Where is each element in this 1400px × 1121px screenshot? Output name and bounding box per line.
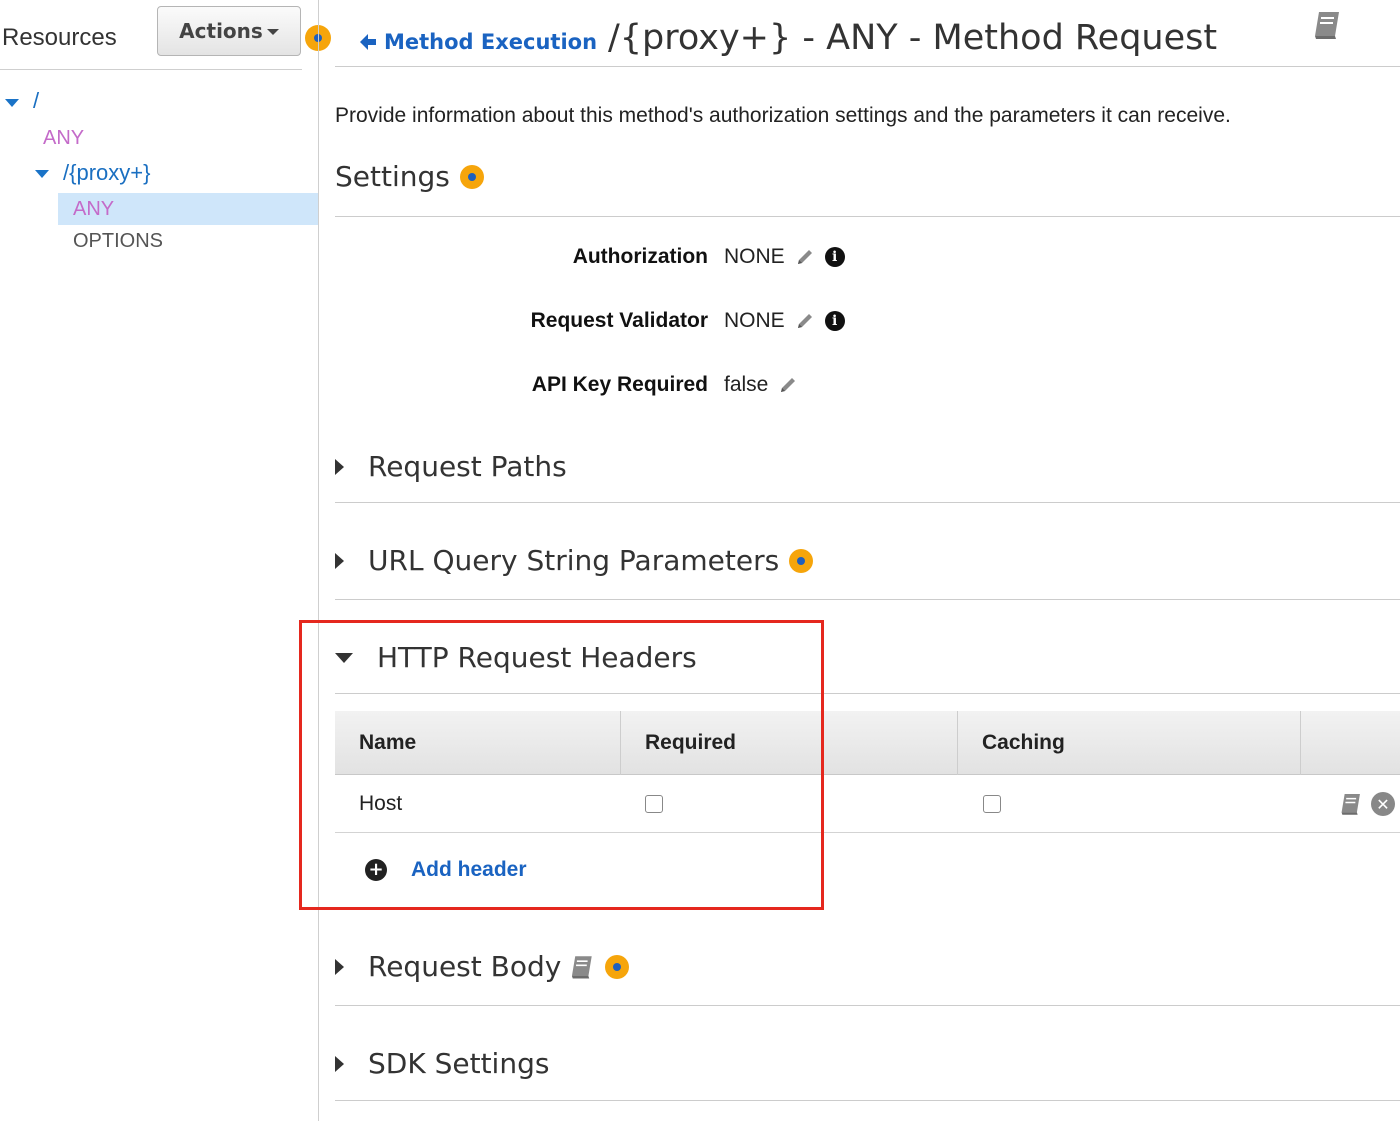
api-key-required-value: false [724, 373, 769, 396]
divider [335, 502, 1400, 503]
authorization-label: Authorization [572, 245, 708, 268]
page-description: Provide information about this method's … [335, 104, 1231, 127]
sidebar-divider[interactable] [318, 0, 319, 1121]
settings-divider [335, 216, 1400, 217]
book-icon[interactable] [1337, 791, 1363, 817]
url-query-toggle[interactable]: URL Query String Parameters [335, 544, 814, 577]
url-query-title: URL Query String Parameters [368, 544, 780, 577]
actions-label: Actions [179, 19, 263, 43]
caching-checkbox[interactable] [983, 795, 1001, 813]
header-divider [335, 66, 1400, 67]
tree-item-root-any[interactable]: ANY [43, 127, 84, 150]
tree-item-root[interactable]: / [33, 88, 39, 114]
resources-sidebar: Resources Actions / ANY /{proxy+} ANY OP… [0, 0, 331, 1121]
column-caching: Caching [982, 731, 1065, 754]
settings-heading: Settings [335, 160, 484, 193]
authorization-value-group: NONE i [724, 245, 845, 269]
divider [335, 1005, 1400, 1006]
arrow-left-icon [360, 34, 376, 50]
pencil-icon[interactable] [795, 311, 815, 331]
sdk-settings-title: SDK Settings [368, 1047, 550, 1080]
highlight-annotation-box [299, 620, 824, 910]
request-paths-title: Request Paths [368, 450, 567, 483]
tree-item-proxy-any[interactable]: ANY [73, 198, 114, 221]
request-validator-label: Request Validator [530, 309, 708, 332]
pencil-icon[interactable] [778, 375, 798, 395]
request-body-title: Request Body [368, 950, 562, 983]
divider [335, 599, 1400, 600]
tree-toggle-proxy[interactable] [35, 170, 49, 178]
api-key-required-label: API Key Required [531, 373, 708, 396]
triangle-right-icon [335, 958, 344, 975]
request-paths-toggle[interactable]: Request Paths [335, 450, 567, 483]
authorization-value: NONE [724, 245, 785, 268]
book-icon[interactable] [567, 953, 595, 981]
help-icon[interactable] [459, 164, 484, 189]
api-key-required-value-group: false [724, 373, 798, 397]
pencil-icon[interactable] [795, 247, 815, 267]
triangle-right-icon [335, 458, 344, 475]
tree-toggle-root[interactable] [5, 99, 19, 107]
page-title: /{proxy+} - ANY - Method Request [608, 18, 1218, 58]
help-icon[interactable] [605, 954, 630, 979]
triangle-right-icon [335, 1055, 344, 1072]
request-body-toggle[interactable]: Request Body [335, 950, 630, 983]
resources-title: Resources [2, 24, 117, 51]
tree-item-proxy[interactable]: /{proxy+} [63, 160, 150, 186]
request-validator-value-group: NONE i [724, 309, 845, 333]
sdk-settings-toggle[interactable]: SDK Settings [335, 1047, 549, 1080]
back-link-label: Method Execution [384, 30, 598, 54]
actions-dropdown-button[interactable]: Actions [157, 6, 301, 56]
triangle-right-icon [335, 552, 344, 569]
help-icon[interactable] [789, 548, 814, 573]
info-icon[interactable]: i [824, 311, 845, 331]
book-icon[interactable] [1309, 8, 1343, 42]
method-execution-back-link[interactable]: Method Execution [358, 30, 597, 54]
column-resize-handle[interactable] [1300, 711, 1301, 775]
divider [0, 69, 302, 70]
request-validator-value: NONE [724, 309, 785, 332]
divider [335, 1100, 1400, 1101]
settings-title: Settings [335, 160, 450, 193]
tree-item-proxy-options[interactable]: OPTIONS [73, 230, 163, 253]
chevron-down-icon [266, 29, 279, 35]
info-icon[interactable]: i [824, 247, 845, 267]
close-circle-icon[interactable]: ✕ [1371, 792, 1395, 816]
